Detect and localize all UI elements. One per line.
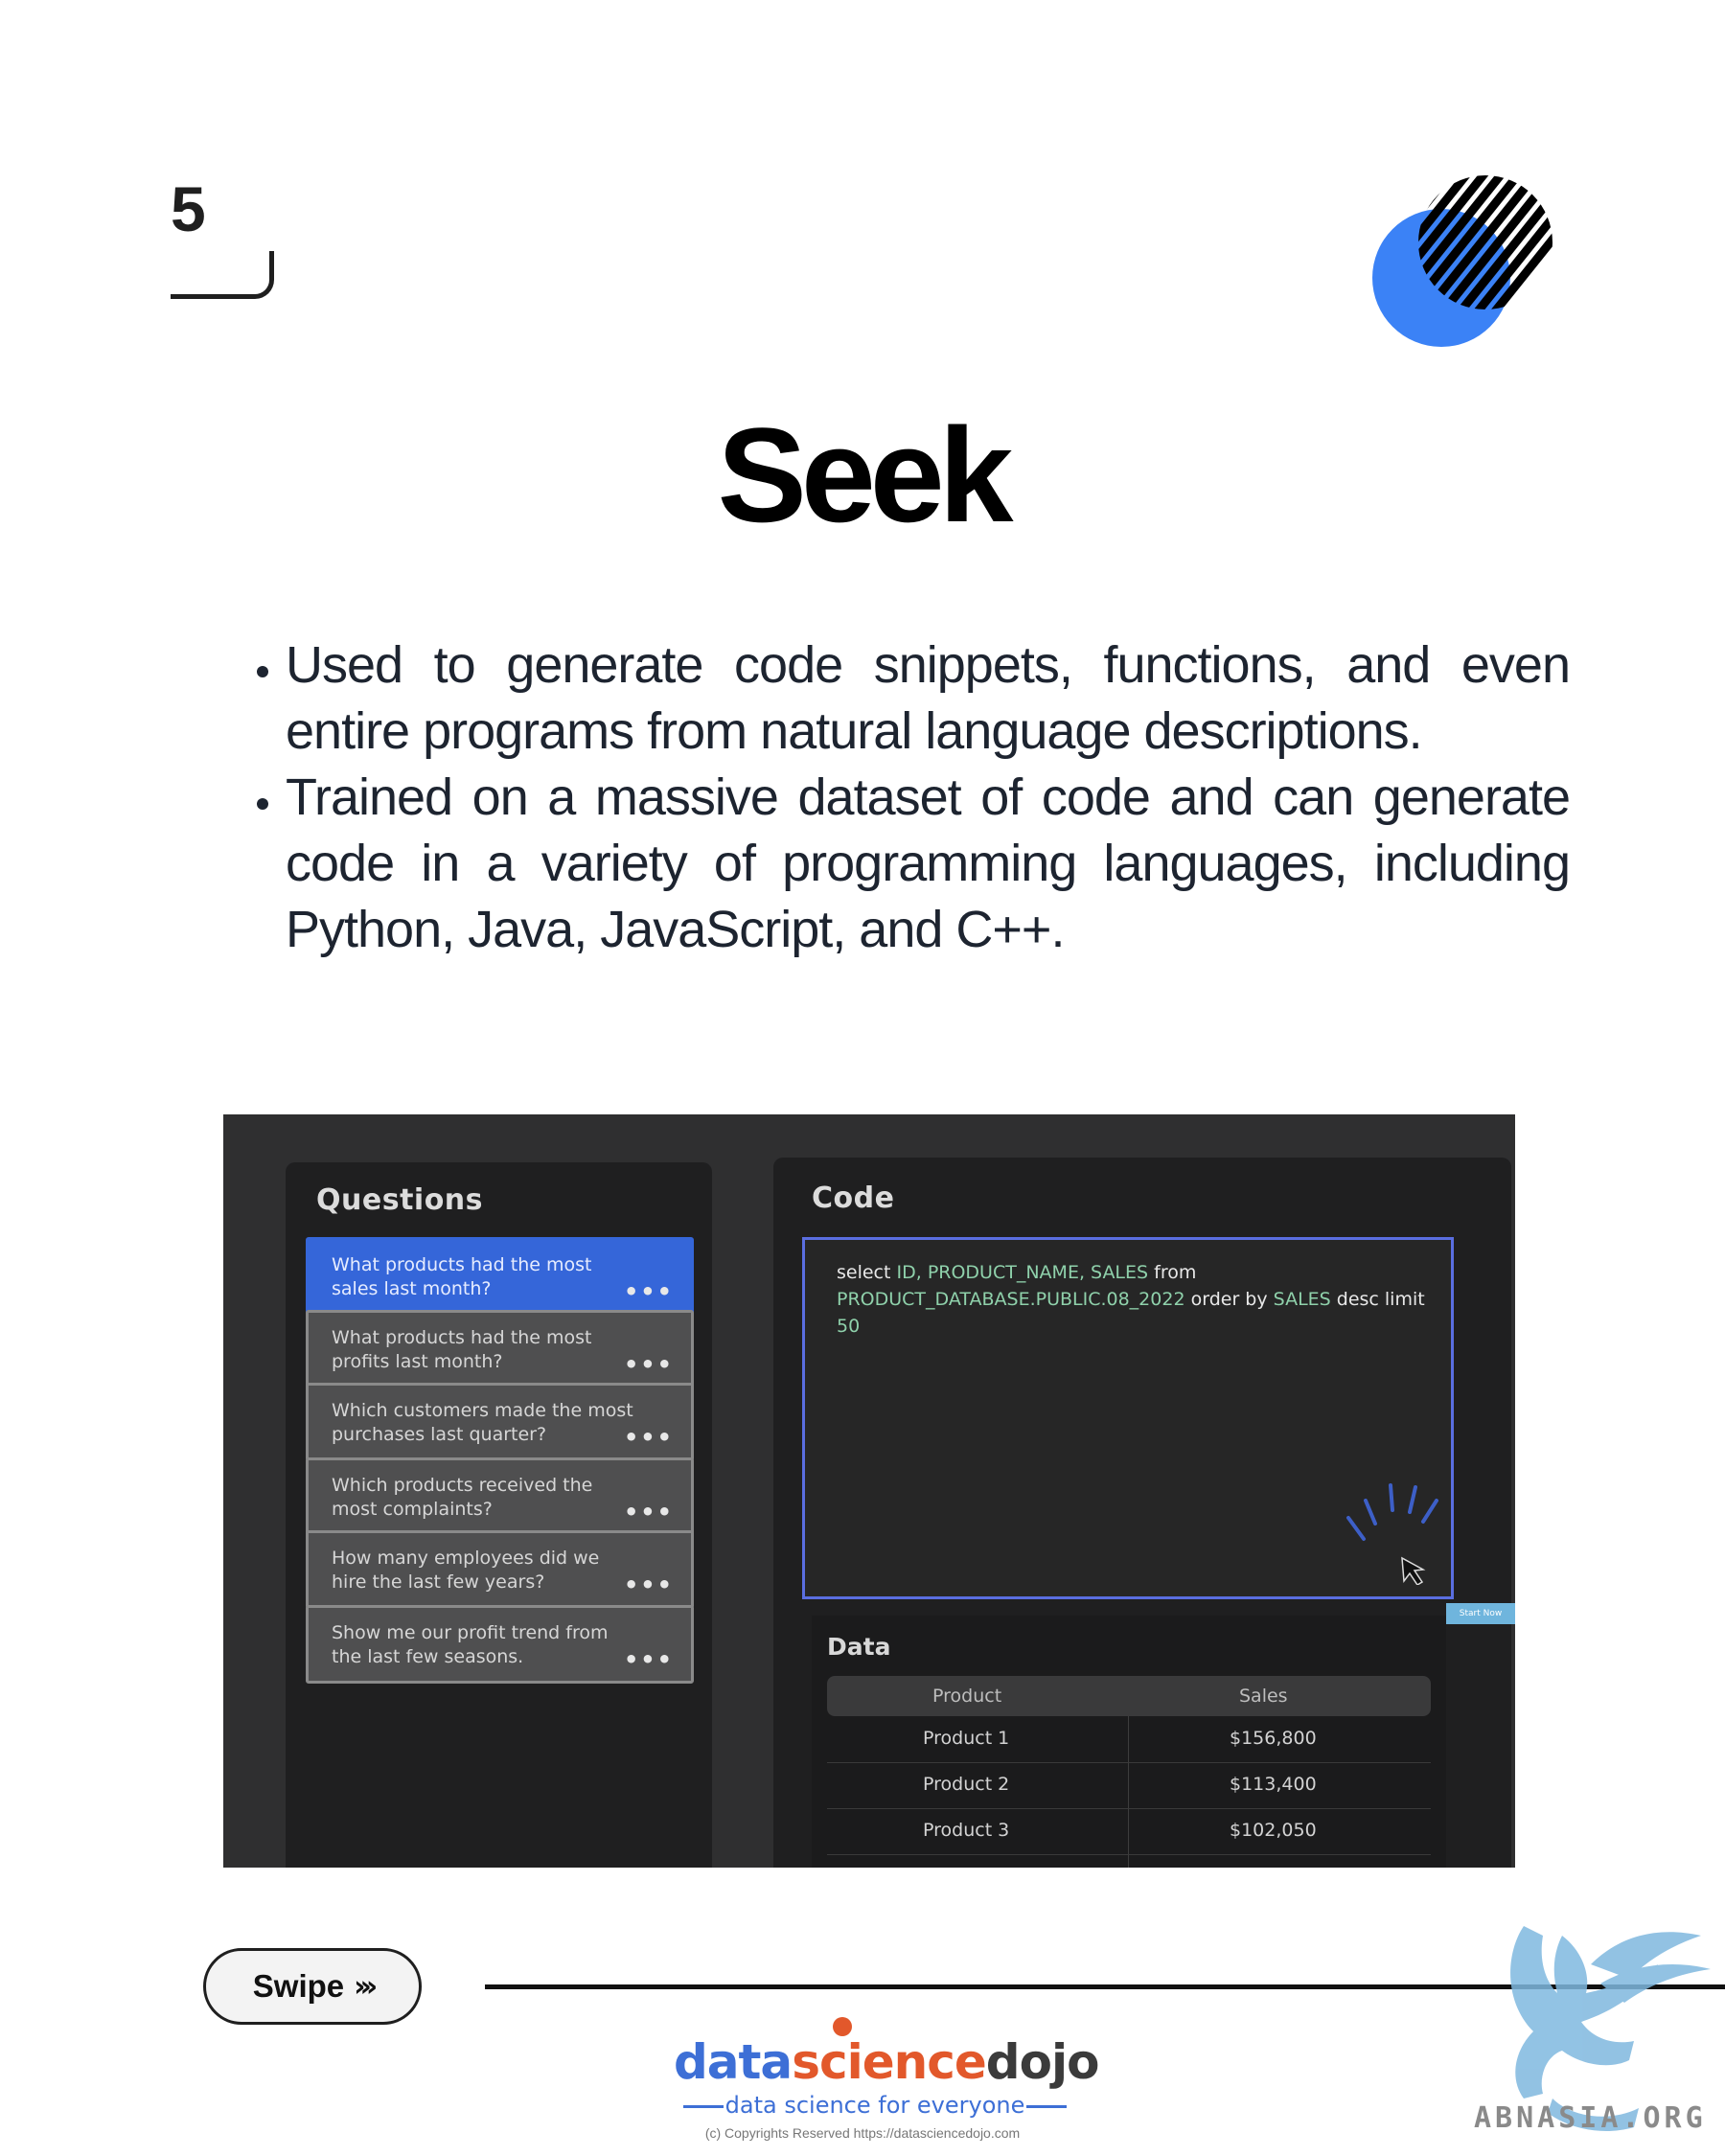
sql-fields: ID, PRODUCT_NAME, SALES — [896, 1262, 1149, 1283]
decorative-striped-circle-icon — [1372, 175, 1552, 347]
sql-keyword: desc limit — [1336, 1289, 1425, 1310]
table-row: Product 3 $102,050 — [827, 1808, 1431, 1855]
question-text: Show me our profit trend from the last f… — [332, 1622, 609, 1667]
start-now-tooltip[interactable]: Start Now — [1446, 1603, 1515, 1624]
question-card[interactable]: How many employees did we hire the last … — [306, 1530, 694, 1609]
brand-name: datasciencedojo — [674, 2034, 1100, 2090]
data-title: Data — [827, 1633, 891, 1661]
questions-title: Questions — [316, 1183, 484, 1217]
table-cell: Product 3 — [923, 1820, 1010, 1841]
brand-tagline: data science for everyone — [724, 2092, 1025, 2119]
table-header-cell: Sales — [1239, 1686, 1288, 1707]
watermark-text: ABNASIA.ORG — [1474, 2101, 1707, 2135]
brand-logo: datasciencedojo data science for everyon… — [674, 2017, 1099, 2132]
brand-data: data — [674, 2034, 793, 2090]
question-text: What products had the most sales last mo… — [332, 1254, 592, 1299]
table-header-row: Product Sales — [827, 1676, 1431, 1716]
code-editor[interactable]: select ID, PRODUCT_NAME, SALES from PROD… — [802, 1237, 1454, 1599]
sql-keyword: select — [837, 1262, 891, 1283]
table-header-cell: Product — [932, 1686, 1002, 1707]
swipe-button[interactable]: Swipe ››› — [203, 1948, 422, 2025]
table-cell: Product 2 — [923, 1774, 1010, 1795]
question-text: What products had the most profits last … — [332, 1327, 592, 1372]
table-cell: $113,400 — [1230, 1774, 1317, 1795]
app-screenshot: Questions What products had the most sal… — [223, 1114, 1515, 1868]
slide-number: 5 — [171, 173, 206, 244]
code-title: Code — [812, 1181, 895, 1215]
sql-limit: 50 — [837, 1316, 861, 1337]
more-options-icon[interactable]: ••• — [624, 1499, 674, 1525]
more-options-icon[interactable]: ••• — [624, 1351, 674, 1378]
more-options-icon[interactable]: ••• — [624, 1646, 674, 1673]
questions-panel: Questions What products had the most sal… — [286, 1162, 712, 1868]
more-options-icon[interactable]: ••• — [624, 1424, 674, 1451]
table-row: Product 2 $113,400 — [827, 1762, 1431, 1809]
sql-table: PRODUCT_DATABASE.PUBLIC.08_2022 — [837, 1289, 1185, 1310]
question-card[interactable]: What products had the most sales last mo… — [306, 1237, 694, 1316]
data-table-section: Data Product Sales Product 1 $156,800 Pr… — [812, 1616, 1446, 1868]
bullet-list: Used to generate code snippets, function… — [230, 632, 1571, 963]
sql-order-field: SALES — [1273, 1289, 1331, 1310]
cursor-click-icon — [1346, 1483, 1438, 1585]
tagline-dash — [1026, 2105, 1067, 2108]
brand-science: science — [792, 2034, 987, 2090]
slide-title: Seek — [717, 400, 1014, 550]
slide-number-underline — [171, 251, 274, 299]
table-cell: $102,050 — [1230, 1820, 1317, 1841]
question-text: How many employees did we hire the last … — [332, 1548, 600, 1593]
brand-dojo: dojo — [985, 2034, 1100, 2090]
bullet-item: Used to generate code snippets, function… — [286, 632, 1571, 765]
more-options-icon[interactable]: ••• — [624, 1571, 674, 1598]
question-card[interactable]: Which products received the most complai… — [306, 1457, 694, 1536]
table-cell: Product 1 — [923, 1728, 1010, 1749]
sql-keyword: order by — [1190, 1289, 1268, 1310]
table-cell: $156,800 — [1230, 1728, 1317, 1749]
brand-dot-icon — [833, 2017, 852, 2036]
table-row: Product 1 $156,800 — [827, 1716, 1431, 1763]
chevrons-right-icon: ››› — [354, 1969, 378, 2004]
code-panel: Code select ID, PRODUCT_NAME, SALES from… — [773, 1158, 1511, 1868]
question-text: Which products received the most complai… — [332, 1475, 593, 1520]
question-card[interactable]: Which customers made the most purchases … — [306, 1383, 694, 1461]
swipe-label: Swipe — [252, 1968, 345, 2004]
sql-query: select ID, PRODUCT_NAME, SALES from PROD… — [837, 1259, 1436, 1340]
question-card[interactable]: What products had the most profits last … — [306, 1310, 694, 1388]
bullet-item: Trained on a massive dataset of code and… — [286, 765, 1571, 963]
question-text: Which customers made the most purchases … — [332, 1400, 633, 1445]
sql-keyword: from — [1154, 1262, 1197, 1283]
question-card[interactable]: Show me our profit trend from the last f… — [306, 1605, 694, 1684]
more-options-icon[interactable]: ••• — [624, 1278, 674, 1305]
